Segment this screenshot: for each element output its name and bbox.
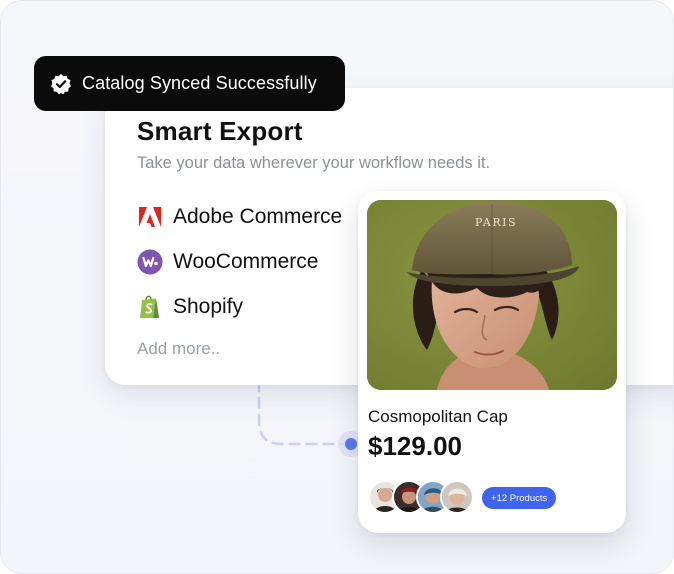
woocommerce-icon: [137, 249, 163, 275]
platform-label: Shopify: [173, 295, 244, 318]
sync-success-toast: Catalog Synced Successfully: [34, 56, 345, 111]
cap-text: PARIS: [475, 216, 517, 229]
platform-label: WooCommerce: [173, 250, 319, 273]
product-price: $129.00: [368, 431, 462, 461]
platform-label: Adobe Commerce: [173, 205, 343, 228]
product-card[interactable]: PARIS Cosmopolitan Cap $129.00 +12 Produ…: [358, 191, 626, 533]
toast-message: Catalog Synced Successfully: [82, 73, 317, 93]
platform-shopify[interactable]: Shopify: [137, 294, 243, 320]
platform-woocommerce[interactable]: WooCommerce: [137, 249, 318, 275]
card-title: Smart Export: [137, 116, 303, 146]
shopify-icon: [137, 294, 163, 320]
adobe-icon: [137, 204, 163, 230]
product-name: Cosmopolitan Cap: [368, 407, 508, 426]
add-more-link[interactable]: Add more..: [137, 339, 220, 359]
platform-adobe-commerce[interactable]: Adobe Commerce: [137, 204, 342, 230]
card-subtitle: Take your data wherever your workflow ne…: [137, 154, 491, 172]
verified-badge-icon: [50, 73, 72, 95]
connector-line: [257, 381, 364, 457]
canvas-frame: Smart Export Take your data wherever you…: [0, 0, 674, 574]
product-image[interactable]: PARIS: [367, 200, 617, 390]
more-products-badge[interactable]: +12 Products: [482, 487, 557, 509]
avatar: [440, 480, 474, 514]
